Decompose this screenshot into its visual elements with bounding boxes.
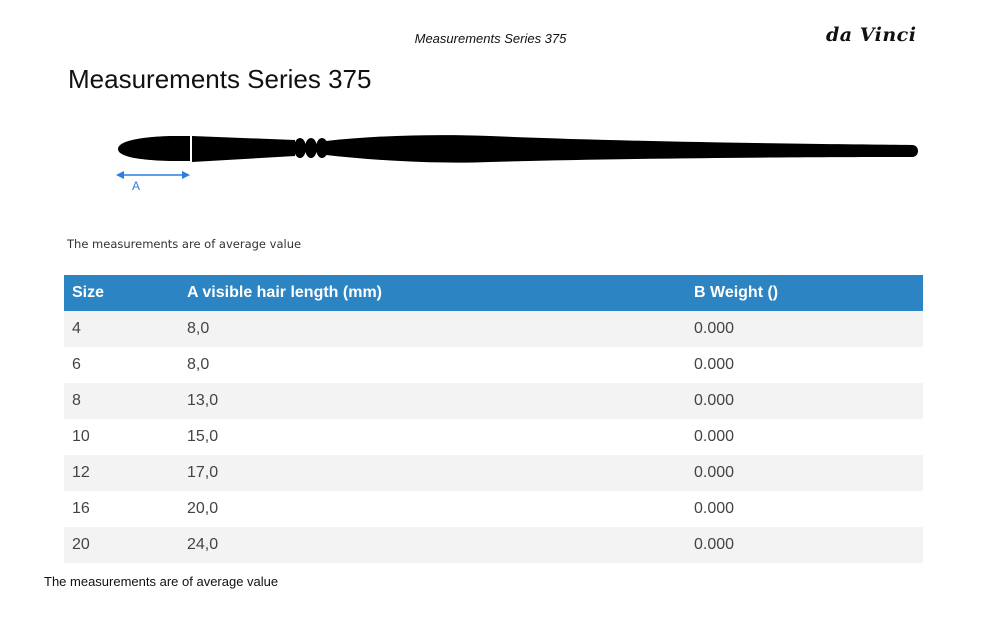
cell-hair-length: 15,0 [179, 419, 686, 455]
cell-size: 6 [64, 347, 179, 383]
table-row: 10 15,0 0.000 [64, 419, 923, 455]
column-header-hair-length: A visible hair length (mm) [179, 275, 686, 311]
cell-size: 10 [64, 419, 179, 455]
measurement-note-top: The measurements are of average value [67, 237, 302, 251]
arrowhead-left [116, 171, 124, 179]
brush-band-2 [305, 138, 317, 158]
cell-hair-length: 8,0 [179, 347, 686, 383]
cell-weight: 0.000 [686, 455, 923, 491]
cell-weight: 0.000 [686, 527, 923, 563]
table-row: 4 8,0 0.000 [64, 311, 923, 347]
table-row: 12 17,0 0.000 [64, 455, 923, 491]
brush-head-shape [118, 136, 190, 161]
column-header-size: Size [64, 275, 179, 311]
cell-weight: 0.000 [686, 311, 923, 347]
arrowhead-right [182, 171, 190, 179]
table-row: 6 8,0 0.000 [64, 347, 923, 383]
measurement-note-bottom: The measurements are of average value [44, 574, 279, 589]
cell-hair-length: 24,0 [179, 527, 686, 563]
brush-ferrule-shape [192, 136, 295, 162]
cell-size: 12 [64, 455, 179, 491]
brand-logo: da Vinci [826, 24, 917, 46]
cell-weight: 0.000 [686, 419, 923, 455]
cell-hair-length: 8,0 [179, 311, 686, 347]
cell-hair-length: 17,0 [179, 455, 686, 491]
cell-size: 4 [64, 311, 179, 347]
dimension-label-a: A [132, 179, 140, 193]
cell-size: 8 [64, 383, 179, 419]
page-title: Measurements Series 375 [68, 64, 372, 94]
table-row: 8 13,0 0.000 [64, 383, 923, 419]
cell-hair-length: 20,0 [179, 491, 686, 527]
cell-size: 20 [64, 527, 179, 563]
cell-weight: 0.000 [686, 491, 923, 527]
table-header-row: Size A visible hair length (mm) B Weight… [64, 275, 923, 311]
brush-band-1 [294, 138, 306, 158]
column-header-weight: B Weight () [686, 275, 923, 311]
measurements-table: Size A visible hair length (mm) B Weight… [64, 275, 923, 563]
table-row: 16 20,0 0.000 [64, 491, 923, 527]
cell-weight: 0.000 [686, 347, 923, 383]
brush-handle-shape [326, 135, 918, 163]
cell-size: 16 [64, 491, 179, 527]
table-row: 20 24,0 0.000 [64, 527, 923, 563]
cell-weight: 0.000 [686, 383, 923, 419]
brush-diagram: A [116, 135, 918, 193]
cell-hair-length: 13,0 [179, 383, 686, 419]
